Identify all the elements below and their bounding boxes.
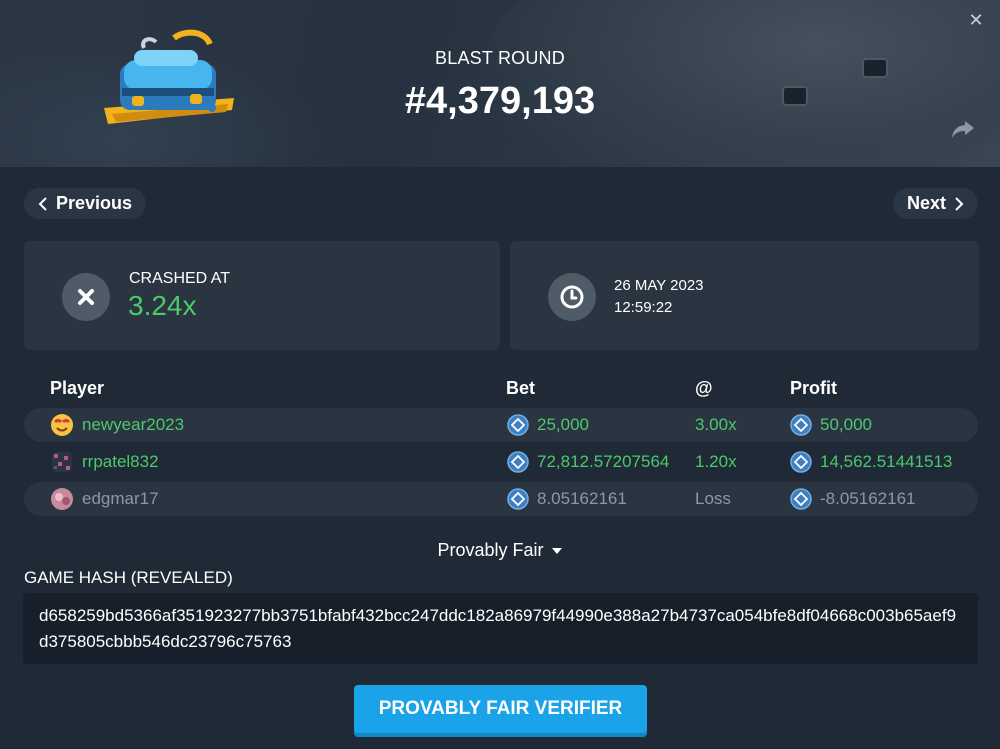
cashout-multiplier: 1.20x bbox=[695, 452, 737, 471]
table-row: edgmar17 8.05162161 Loss -8.05162161 bbox=[24, 482, 978, 516]
player-cell[interactable]: rrpatel832 bbox=[50, 445, 159, 479]
avatar bbox=[52, 452, 72, 472]
bet-amount: 8.05162161 bbox=[537, 489, 627, 508]
player-cell[interactable]: edgmar17 bbox=[50, 482, 159, 516]
close-icon[interactable]: ✕ bbox=[968, 11, 984, 29]
round-time: 12:59:22 bbox=[614, 299, 673, 316]
bet-column-header: Bet bbox=[506, 378, 536, 398]
previous-round-button[interactable]: Previous bbox=[24, 188, 147, 219]
avatar bbox=[51, 414, 73, 436]
crash-multiplier: 3.24x bbox=[128, 290, 197, 321]
profit-cell: -8.05162161 bbox=[790, 482, 915, 516]
chevron-right-icon bbox=[955, 196, 964, 211]
table-row: rrpatel832 72,812.57207564 1.20x 14,562.… bbox=[24, 445, 978, 479]
coin-icon bbox=[790, 451, 812, 473]
coin-icon bbox=[507, 451, 529, 473]
bet-amount: 25,000 bbox=[537, 415, 589, 434]
next-button-label: Next bbox=[906, 193, 946, 213]
share-icon[interactable] bbox=[950, 118, 976, 140]
game-hash-value[interactable]: d658259bd5366af351923277bb3751bfabf432bc… bbox=[23, 593, 978, 664]
profit-amount: -8.05162161 bbox=[820, 489, 916, 508]
round-datetime: 26 MAY 2023 12:59:22 bbox=[614, 275, 704, 319]
profit-amount: 50,000 bbox=[820, 415, 872, 434]
cashout-multiplier: 3.00x bbox=[695, 415, 737, 434]
bet-amount: 72,812.57207564 bbox=[537, 452, 670, 471]
clock-icon bbox=[548, 273, 596, 321]
provably-fair-toggle[interactable]: Provably Fair bbox=[0, 540, 1000, 561]
round-number: #4,379,193 bbox=[404, 80, 596, 122]
profit-cell: 14,562.51441513 bbox=[790, 445, 952, 479]
player-name[interactable]: edgmar17 bbox=[82, 489, 159, 509]
player-name[interactable]: rrpatel832 bbox=[82, 452, 159, 472]
close-icon bbox=[62, 273, 110, 321]
player-name[interactable]: newyear2023 bbox=[82, 415, 184, 435]
player-column-header: Player bbox=[50, 378, 105, 398]
game-hash-label: GAME HASH (REVEALED) bbox=[24, 568, 233, 587]
chevron-left-icon bbox=[38, 196, 47, 211]
profit-amount: 14,562.51441513 bbox=[820, 452, 953, 471]
provably-fair-verifier-button[interactable]: PROVABLY FAIR VERIFIER bbox=[354, 685, 647, 733]
avatar bbox=[51, 488, 73, 510]
round-header: BLAST ROUND #4,379,193 ✕ bbox=[0, 0, 1000, 167]
profit-column-header: Profit bbox=[790, 378, 837, 398]
player-cell[interactable]: newyear2023 bbox=[50, 408, 184, 442]
previous-button-label: Previous bbox=[56, 193, 133, 213]
multiplier-cell: 3.00x bbox=[695, 408, 737, 442]
time-info-panel: 26 MAY 2023 12:59:22 bbox=[510, 241, 979, 350]
cashout-multiplier: Loss bbox=[695, 489, 731, 508]
bet-cell: 25,000 bbox=[507, 408, 589, 442]
multiplier-cell: 1.20x bbox=[695, 445, 737, 479]
multiplier-cell: Loss bbox=[695, 482, 731, 516]
provably-fair-label: Provably Fair bbox=[437, 540, 544, 560]
bet-cell: 8.05162161 bbox=[507, 482, 627, 516]
coin-icon bbox=[507, 488, 529, 510]
next-round-button[interactable]: Next bbox=[892, 188, 978, 219]
bets-table-header: Player Bet @ Profit bbox=[0, 378, 1000, 402]
round-date: 26 MAY 2023 bbox=[614, 277, 704, 294]
round-subtitle: BLAST ROUND bbox=[435, 48, 565, 68]
coin-icon bbox=[790, 488, 812, 510]
profit-cell: 50,000 bbox=[790, 408, 872, 442]
coin-icon bbox=[507, 414, 529, 436]
crash-info-panel: CRASHED AT 3.24x bbox=[24, 241, 500, 350]
coin-icon bbox=[790, 414, 812, 436]
table-row: newyear2023 25,000 3.00x 50,000 bbox=[24, 408, 978, 442]
crashed-at-label: CRASHED AT bbox=[129, 270, 231, 287]
caret-down-icon bbox=[551, 548, 562, 555]
bet-cell: 72,812.57207564 bbox=[507, 445, 669, 479]
at-column-header: @ bbox=[695, 378, 713, 398]
